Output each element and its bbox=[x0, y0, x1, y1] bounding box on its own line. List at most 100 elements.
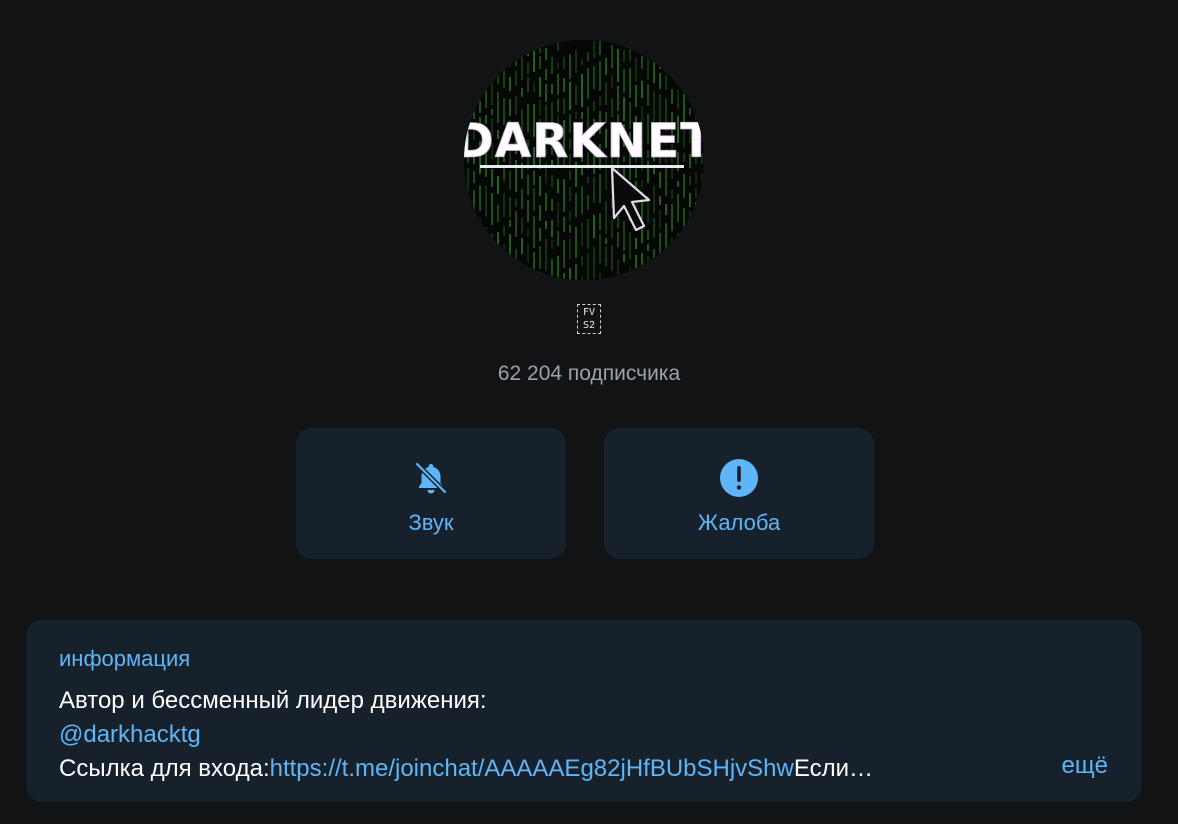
matrix-stroke bbox=[629, 49, 631, 61]
matrix-stroke bbox=[557, 63, 559, 69]
channel-name: FV S2 bbox=[0, 304, 1178, 344]
matrix-stroke bbox=[599, 61, 601, 91]
matrix-stroke bbox=[467, 258, 469, 276]
matrix-stroke bbox=[629, 232, 631, 259]
matrix-stroke bbox=[593, 177, 595, 203]
matrix-stroke bbox=[569, 54, 571, 79]
info-description: Автор и бессменный лидер движения: @dark… bbox=[59, 684, 1109, 786]
matrix-stroke bbox=[467, 200, 469, 219]
matrix-stroke bbox=[527, 200, 529, 222]
matrix-stroke bbox=[497, 205, 499, 222]
matrix-stroke bbox=[473, 190, 475, 217]
matrix-stroke bbox=[641, 253, 643, 266]
matrix-stroke bbox=[497, 232, 499, 260]
matrix-stroke bbox=[701, 240, 703, 251]
matrix-stroke bbox=[539, 44, 541, 53]
matrix-stroke bbox=[689, 211, 691, 224]
matrix-stroke bbox=[491, 57, 493, 72]
sound-button-label: Звук bbox=[408, 510, 454, 535]
matrix-stroke bbox=[497, 43, 499, 57]
matrix-stroke bbox=[653, 279, 655, 280]
matrix-stroke bbox=[623, 50, 625, 62]
matrix-stroke bbox=[611, 220, 613, 238]
matrix-stroke bbox=[569, 225, 571, 233]
matrix-stroke bbox=[545, 84, 547, 102]
matrix-stroke bbox=[569, 82, 571, 110]
matrix-stroke bbox=[467, 168, 469, 192]
matrix-stroke bbox=[581, 277, 583, 280]
matrix-stroke bbox=[635, 85, 637, 107]
matrix-stroke bbox=[491, 169, 493, 187]
matrix-stroke bbox=[599, 40, 601, 55]
matrix-stroke bbox=[659, 196, 661, 205]
matrix-stroke bbox=[581, 74, 583, 107]
show-more-link[interactable]: ещё bbox=[1062, 752, 1108, 780]
author-mention-link[interactable]: @darkhacktg bbox=[59, 721, 201, 748]
matrix-stroke bbox=[575, 227, 577, 258]
matrix-stroke bbox=[665, 43, 667, 72]
matrix-stroke bbox=[503, 193, 505, 217]
matrix-stroke bbox=[527, 77, 529, 92]
matrix-stroke bbox=[575, 264, 577, 280]
sound-button[interactable]: Звук bbox=[296, 428, 566, 559]
matrix-stroke bbox=[695, 227, 697, 260]
matrix-stroke bbox=[527, 62, 529, 74]
matrix-stroke bbox=[677, 233, 679, 245]
matrix-stroke bbox=[635, 58, 637, 82]
matrix-stroke bbox=[641, 228, 643, 243]
matrix-stroke bbox=[533, 83, 535, 93]
matrix-stroke bbox=[539, 276, 541, 280]
matrix-stroke bbox=[545, 221, 547, 229]
matrix-stroke bbox=[497, 176, 499, 194]
matrix-stroke bbox=[563, 179, 565, 212]
matrix-stroke bbox=[671, 190, 673, 199]
report-button[interactable]: Жалоба bbox=[604, 428, 874, 559]
matrix-stroke bbox=[647, 256, 649, 280]
matrix-stroke bbox=[539, 100, 541, 115]
matrix-stroke bbox=[587, 195, 589, 210]
matrix-stroke bbox=[521, 189, 523, 209]
matrix-stroke bbox=[701, 77, 703, 101]
matrix-stroke bbox=[485, 257, 487, 280]
matrix-stroke bbox=[527, 229, 529, 237]
matrix-stroke bbox=[689, 256, 691, 267]
matrix-stroke bbox=[647, 54, 649, 80]
matrix-stroke bbox=[677, 90, 679, 109]
matrix-stroke bbox=[515, 71, 517, 86]
matrix-stroke bbox=[689, 235, 691, 253]
matrix-stroke bbox=[539, 205, 541, 221]
matrix-stroke bbox=[629, 68, 631, 98]
matrix-stroke bbox=[533, 216, 535, 248]
matrix-stroke bbox=[539, 77, 541, 97]
matrix-stroke bbox=[581, 186, 583, 214]
matrix-stroke bbox=[581, 256, 583, 266]
matrix-stroke bbox=[503, 64, 505, 88]
matrix-stroke bbox=[545, 277, 547, 280]
matrix-stroke bbox=[479, 219, 481, 225]
channel-avatar[interactable]: DARKNET bbox=[464, 40, 704, 280]
matrix-stroke bbox=[503, 48, 505, 56]
matrix-stroke bbox=[611, 245, 613, 271]
matrix-stroke bbox=[635, 168, 637, 178]
matrix-stroke bbox=[485, 78, 487, 108]
matrix-stroke bbox=[485, 40, 487, 56]
matrix-stroke bbox=[665, 223, 667, 250]
matrix-stroke bbox=[671, 89, 673, 104]
matrix-stroke bbox=[611, 45, 613, 68]
matrix-stroke bbox=[683, 277, 685, 280]
joinchat-link[interactable]: https://t.me/joinchat/AAAAAEg82jHfBUbSHj… bbox=[270, 755, 794, 782]
matrix-stroke bbox=[671, 168, 673, 179]
matrix-stroke bbox=[659, 210, 661, 229]
matrix-stroke bbox=[587, 253, 589, 280]
matrix-stroke bbox=[665, 261, 667, 280]
matrix-stroke bbox=[593, 41, 595, 58]
matrix-stroke bbox=[575, 50, 577, 73]
matrix-stroke bbox=[479, 231, 481, 243]
matrix-stroke bbox=[587, 52, 589, 61]
matrix-stroke bbox=[671, 238, 673, 258]
matrix-stroke bbox=[509, 171, 511, 190]
matrix-stroke bbox=[527, 48, 529, 56]
matrix-stroke bbox=[569, 211, 571, 221]
matrix-stroke bbox=[617, 86, 619, 111]
matrix-stroke bbox=[473, 221, 475, 233]
